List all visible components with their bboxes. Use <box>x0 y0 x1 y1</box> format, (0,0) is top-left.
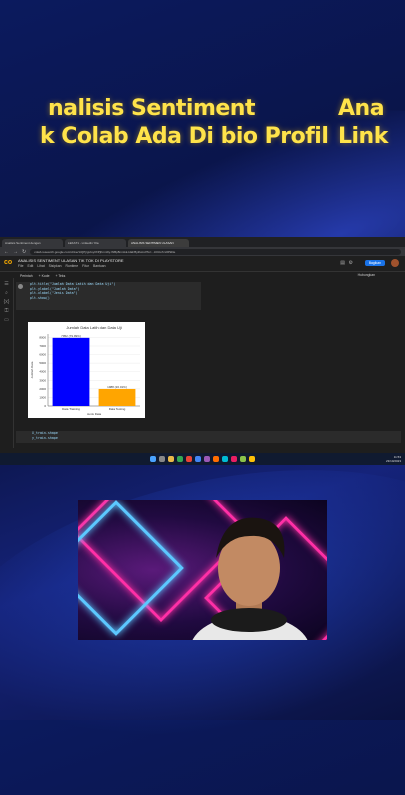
y-tick-label: 8000 <box>39 335 46 339</box>
bar <box>52 337 90 406</box>
url-input[interactable]: colab.research.google.com/drive/1tQPjrgL… <box>30 248 401 255</box>
taskbar-app-icon[interactable] <box>168 456 174 462</box>
variables-icon[interactable]: {x} <box>0 299 13 305</box>
add-text-button[interactable]: + Teks <box>55 274 65 278</box>
bar-data-label: 1988 (20.01%) <box>107 385 127 389</box>
share-button[interactable]: Bagikan <box>364 260 385 266</box>
notebook-toolbar: Perintah + Kode + Teks Hubungkan <box>0 272 405 279</box>
files-icon[interactable]: ▭ <box>0 317 13 323</box>
browser-tab-bar: Analisis Sentiment dengan LEKAT1 - Linke… <box>0 237 405 247</box>
code-cell[interactable]: plt.title("Jumlah Data Latih dan Data Uj… <box>16 282 201 310</box>
start-icon[interactable] <box>150 456 156 462</box>
headline-line1: nalisis Sentiment <box>48 96 256 121</box>
code-line: plt.show() <box>30 295 50 300</box>
browser-tab-active[interactable]: ANALISIS SENTIMEN ULASAN <box>128 239 189 247</box>
y-tick-label: 3000 <box>39 378 46 382</box>
y-tick-label: 1000 <box>39 395 46 399</box>
y-tick-label: 2000 <box>39 387 46 391</box>
secrets-icon[interactable]: ⚿ <box>0 308 13 314</box>
y-tick-label: 6000 <box>39 353 46 357</box>
run-cell-button[interactable] <box>18 284 23 289</box>
taskbar-app-icon[interactable] <box>204 456 210 462</box>
menu-help[interactable]: Bantuan <box>93 264 106 268</box>
avatar[interactable] <box>391 259 399 267</box>
menu-file[interactable]: File <box>18 264 23 268</box>
code-line: y_train.shape <box>32 435 58 440</box>
colab-logo: co <box>4 259 13 266</box>
taskbar-app-icon[interactable] <box>213 456 219 462</box>
gear-icon[interactable]: ⚙ <box>349 260 353 266</box>
chart-output: Jumlah Data Latih dan Data Uji 0 1000 2000 3… <box>28 322 145 418</box>
headline-line2: k Colab Ada Di bio Profil <box>40 124 329 149</box>
y-tick-label: 5000 <box>39 361 46 365</box>
menu-tools[interactable]: Fitur <box>82 264 89 268</box>
taskbar-app-icon[interactable] <box>249 456 255 462</box>
y-tick-label: 7000 <box>39 344 46 348</box>
menu-insert[interactable]: Sisipkan <box>49 264 62 268</box>
bar-data-label: 7952 (79.99%) <box>61 334 81 338</box>
forward-icon[interactable]: → <box>13 249 18 255</box>
y-tick-label: 0 <box>44 404 46 408</box>
browser-tab[interactable]: Analisis Sentiment dengan <box>2 239 63 247</box>
presenter-figure <box>192 517 308 640</box>
menu-edit[interactable]: Edit <box>27 264 33 268</box>
toc-icon[interactable]: ☰ <box>0 281 13 287</box>
taskbar-app-icon[interactable] <box>195 456 201 462</box>
taskbar-app-icon[interactable] <box>240 456 246 462</box>
system-clock[interactable]: 11:53 23/10/2023 <box>386 455 401 463</box>
command-palette-button[interactable]: Perintah <box>20 274 33 278</box>
bar-chart: Jumlah Data Latih dan Data Uji 0 1000 2000 3… <box>30 325 140 416</box>
taskbar-app-icon[interactable] <box>186 456 192 462</box>
taskbar: 11:53 23/10/2023 <box>0 453 405 465</box>
headline-line2-right: Link <box>338 124 388 149</box>
x-tick-label: Data Testing <box>109 407 126 411</box>
comment-icon[interactable]: ▤ <box>340 260 345 266</box>
taskbar-app-icon[interactable] <box>231 456 237 462</box>
taskbar-app-icon[interactable] <box>222 456 228 462</box>
headline-line1-right: Ana <box>338 96 385 121</box>
browser-tab[interactable]: LEKAT1 - Linkedin 'Kla <box>65 239 126 247</box>
x-axis-label: Jenis Data <box>87 412 102 416</box>
bar <box>98 388 136 406</box>
screen-recording: Analisis Sentiment dengan LEKAT1 - Linke… <box>0 237 405 465</box>
menu-bar: File Edit Lihat Sisipkan Runtime Fitur B… <box>18 264 106 268</box>
taskbar-app-icon[interactable] <box>177 456 183 462</box>
chart-title: Jumlah Data Latih dan Data Uji <box>66 325 121 330</box>
y-axis-label: Jumlah Data <box>30 361 34 378</box>
back-icon[interactable]: ← <box>4 249 9 255</box>
notebook-title[interactable]: ANALISIS SENTIMENT ULASAN TIK TOK DI PLA… <box>18 258 124 263</box>
next-code-cell[interactable]: X_train.shape y_train.shape <box>16 431 401 443</box>
connect-button[interactable]: Hubungkan <box>358 273 375 277</box>
webcam-overlay <box>78 500 327 640</box>
address-bar-row: ← → ↻ colab.research.google.com/drive/1t… <box>0 247 405 256</box>
colab-header: co ANALISIS SENTIMENT ULASAN TIK TOK DI … <box>0 256 405 272</box>
x-tick-label: Data Training <box>62 407 80 411</box>
search-icon[interactable]: ⌕ <box>0 290 13 296</box>
menu-runtime[interactable]: Runtime <box>66 264 79 268</box>
clock-date: 23/10/2023 <box>385 459 401 463</box>
left-sidebar: ☰ ⌕ {x} ⚿ ▭ <box>0 278 14 448</box>
add-code-button[interactable]: + Kode <box>39 274 50 278</box>
taskbar-app-icon[interactable] <box>159 456 165 462</box>
reload-icon[interactable]: ↻ <box>22 249 26 255</box>
menu-view[interactable]: Lihat <box>37 264 44 268</box>
y-tick-label: 4000 <box>39 370 46 374</box>
